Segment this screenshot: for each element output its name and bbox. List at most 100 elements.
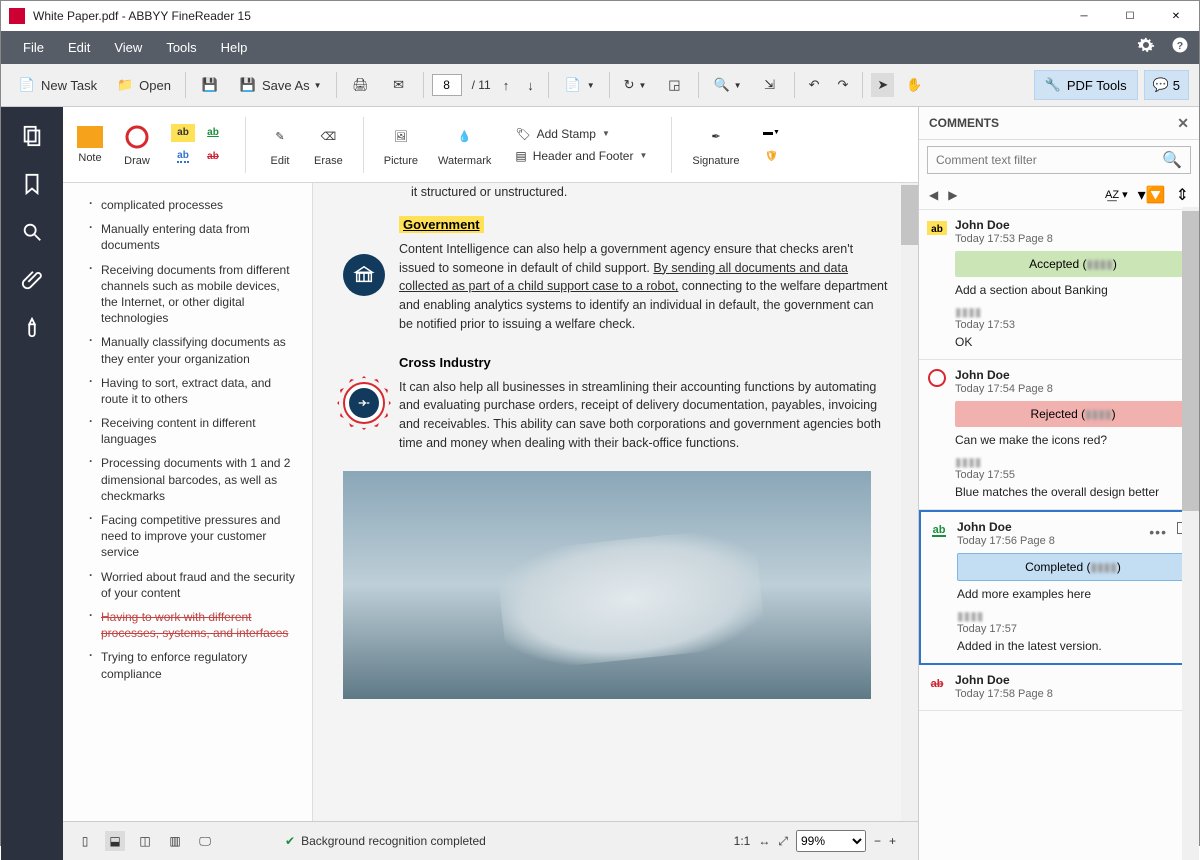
- single-page-view[interactable]: ▯: [75, 831, 95, 851]
- add-stamp-button[interactable]: 🏷Add Stamp ▼: [511, 125, 651, 143]
- page-view[interactable]: it structured or unstructured. Governmen…: [313, 183, 918, 821]
- save-button[interactable]: 💾: [194, 71, 226, 99]
- protect-tool[interactable]: 🛡: [759, 148, 783, 166]
- rotate-button[interactable]: ↻▼: [618, 73, 653, 97]
- collapse-button[interactable]: ⇕: [1176, 185, 1189, 205]
- bookmark-icon[interactable]: [21, 173, 43, 195]
- reply-text: Blue matches the overall design better: [955, 485, 1191, 499]
- search-doc-button[interactable]: 🔍▼: [707, 73, 747, 97]
- page-scrollbar[interactable]: [901, 183, 918, 821]
- outline-item[interactable]: Having to work with different processes,…: [89, 605, 296, 645]
- menu-view[interactable]: View: [102, 40, 154, 55]
- sort-az-button[interactable]: A͟Z ▾: [1105, 188, 1128, 201]
- zoom-select[interactable]: 99%: [796, 830, 866, 852]
- app-logo: [9, 8, 25, 24]
- more-icon[interactable]: •••: [1149, 524, 1167, 540]
- export-button[interactable]: ⇲: [754, 71, 786, 99]
- pdf-tools-button[interactable]: 🔧PDF Tools: [1034, 70, 1138, 100]
- continuous-view[interactable]: ⬓: [105, 831, 125, 851]
- outline-item[interactable]: Facing competitive pressures and need to…: [89, 508, 296, 565]
- comments-toggle-button[interactable]: 💬5: [1144, 70, 1189, 100]
- draw-tool[interactable]: Draw: [123, 123, 151, 167]
- outline-item[interactable]: Worried about fraud and the security of …: [89, 565, 296, 605]
- pointer-button[interactable]: ➤: [871, 73, 894, 97]
- maximize-button[interactable]: ☐: [1107, 1, 1153, 31]
- reply-author: ▮▮▮▮: [955, 455, 1191, 469]
- fit-page-button[interactable]: ⤢: [778, 834, 788, 849]
- search-icon[interactable]: 🔍: [1162, 150, 1182, 170]
- svg-text:?: ?: [1177, 40, 1183, 52]
- watermark-tool[interactable]: 💧Watermark: [438, 123, 491, 167]
- prev-comment-button[interactable]: ◀: [929, 188, 938, 202]
- help-icon[interactable]: ?: [1171, 36, 1189, 59]
- menu-edit[interactable]: Edit: [56, 40, 102, 55]
- crop-button[interactable]: ◲: [658, 71, 690, 99]
- outline-item[interactable]: Receiving content in different languages: [89, 411, 296, 451]
- undo-button[interactable]: ↶: [803, 73, 826, 97]
- edit-tool[interactable]: ✎Edit: [266, 123, 294, 167]
- comment-text: Can we make the icons red?: [955, 433, 1191, 447]
- highlight-tool[interactable]: ab: [171, 124, 195, 142]
- attachment-icon[interactable]: [21, 269, 43, 291]
- two-page-view[interactable]: ◫: [135, 831, 155, 851]
- email-button[interactable]: ✉: [383, 71, 415, 99]
- reply-meta: Today 17:55: [955, 469, 1191, 481]
- two-continuous-view[interactable]: ▥: [165, 831, 185, 851]
- menu-help[interactable]: Help: [209, 40, 260, 55]
- squiggle-tool[interactable]: ab: [171, 148, 195, 166]
- underline-tool[interactable]: ab: [201, 124, 225, 142]
- close-comments-icon[interactable]: ✕: [1177, 115, 1189, 132]
- comment-icon: 💬: [1153, 77, 1169, 93]
- signature-tool[interactable]: ✒Signature: [692, 123, 739, 167]
- reply-text: Added in the latest version.: [957, 639, 1189, 653]
- new-task-button[interactable]: 📄New Task: [11, 71, 103, 99]
- picture-tool[interactable]: 🖼Picture: [384, 123, 418, 167]
- export-icon: ⇲: [760, 75, 780, 95]
- next-comment-button[interactable]: ▶: [948, 188, 957, 202]
- signature-tab-icon[interactable]: [21, 317, 43, 339]
- comment-badge-icon: [927, 368, 947, 388]
- redo-button[interactable]: ↷: [831, 73, 854, 97]
- menu-file[interactable]: File: [11, 40, 56, 55]
- add-page-button[interactable]: 📄▼: [557, 71, 601, 99]
- print-button[interactable]: 🖨: [345, 71, 377, 99]
- print-icon: 🖨: [351, 75, 371, 95]
- page-total: / 11: [468, 78, 491, 92]
- hand-button[interactable]: ✋: [900, 73, 928, 97]
- outline-item[interactable]: Trying to enforce regulatory compliance: [89, 645, 296, 685]
- svg-text:ab: ab: [931, 678, 944, 690]
- settings-icon[interactable]: [1137, 36, 1155, 59]
- page-up-button[interactable]: ↑: [497, 74, 516, 97]
- search-icon[interactable]: [21, 221, 43, 243]
- comment-filter-input[interactable]: [936, 153, 1162, 167]
- minimize-button[interactable]: ─: [1061, 1, 1107, 31]
- outline-item[interactable]: Receiving documents from different chann…: [89, 258, 296, 331]
- page-number-input[interactable]: [432, 74, 462, 96]
- page-down-button[interactable]: ↓: [521, 74, 540, 97]
- comment-item[interactable]: abJohn DoeToday 17:58 Page 8: [919, 665, 1199, 711]
- header-footer-button[interactable]: ▤Header and Footer ▼: [511, 147, 651, 165]
- comment-item[interactable]: abJohn DoeToday 17:53 Page 8Accepted (▮▮…: [919, 210, 1199, 360]
- comment-item[interactable]: John DoeToday 17:54 Page 8Rejected (▮▮▮▮…: [919, 360, 1199, 510]
- outline-item[interactable]: Manually classifying documents as they e…: [89, 330, 296, 370]
- save-as-button[interactable]: 💾Save As ▼: [232, 71, 328, 99]
- outline-item[interactable]: Processing documents with 1 and 2 dimens…: [89, 451, 296, 508]
- note-tool[interactable]: Note: [77, 126, 103, 164]
- fullscreen-view[interactable]: 🖵: [195, 831, 215, 851]
- outline-item[interactable]: Manually entering data from documents: [89, 217, 296, 257]
- reply-author: ▮▮▮▮: [957, 609, 1189, 623]
- outline-item[interactable]: complicated processes: [89, 193, 296, 217]
- outline-item[interactable]: Having to sort, extract data, and route …: [89, 371, 296, 411]
- strikeout-tool[interactable]: ab: [201, 148, 225, 166]
- comments-scrollbar[interactable]: [1182, 207, 1199, 860]
- stock-photo: [343, 471, 871, 699]
- menu-tools[interactable]: Tools: [154, 40, 208, 55]
- comment-item[interactable]: ab•••John DoeToday 17:56 Page 8Completed…: [919, 510, 1199, 665]
- filter-button[interactable]: ▾🔽: [1138, 185, 1166, 205]
- comments-header: COMMENTS✕: [919, 107, 1199, 140]
- close-button[interactable]: ✕: [1153, 1, 1199, 31]
- erase-tool[interactable]: ⌫Erase: [314, 123, 343, 167]
- pages-icon[interactable]: [21, 125, 43, 147]
- redact-tool[interactable]: ▬▼: [759, 124, 783, 142]
- open-button[interactable]: 📁Open: [109, 71, 177, 99]
